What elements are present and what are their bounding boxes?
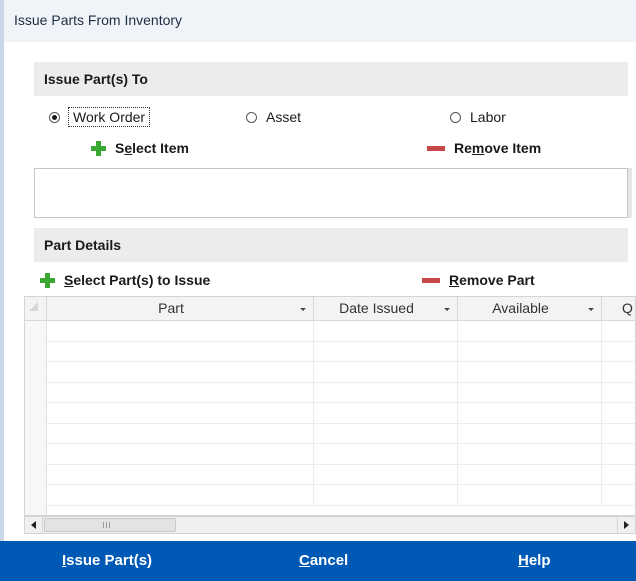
issue-to-section-header: Issue Part(s) To — [34, 62, 628, 96]
select-parts-label: Select Part(s) to Issue — [64, 272, 211, 288]
grid-select-all-corner[interactable] — [25, 297, 47, 321]
issue-parts-button[interactable]: Issue Part(s) — [62, 552, 152, 569]
dialog-footer: Issue Part(s) Cancel Help — [0, 541, 636, 581]
empty-row — [47, 485, 635, 506]
plus-icon — [39, 272, 55, 288]
column-header-quantity[interactable]: Q — [602, 297, 635, 321]
issue-to-header-label: Issue Part(s) To — [44, 71, 148, 87]
part-details-section-header: Part Details — [34, 228, 628, 262]
empty-row — [47, 444, 635, 465]
cancel-button[interactable]: Cancel — [299, 552, 348, 569]
scroll-left-icon[interactable] — [25, 517, 43, 533]
radio-labor-button[interactable] — [450, 111, 461, 123]
plus-icon — [90, 140, 106, 156]
radio-asset-label[interactable]: Asset — [266, 109, 301, 125]
empty-row — [47, 341, 635, 362]
remove-part-label: Remove Part — [449, 272, 535, 288]
empty-row — [47, 403, 635, 424]
grid-body — [47, 321, 635, 515]
column-header-available[interactable]: Available — [458, 297, 602, 321]
radio-work-order-button[interactable] — [49, 111, 60, 123]
empty-row — [47, 362, 635, 383]
empty-row — [47, 464, 635, 485]
empty-row — [47, 321, 635, 342]
sort-dropdown-icon[interactable] — [444, 308, 450, 311]
radio-asset-button[interactable] — [246, 111, 257, 123]
remove-item-button[interactable]: Remove Item — [427, 140, 541, 156]
row-indicator-column — [25, 321, 47, 515]
column-header-part[interactable]: Part — [47, 297, 314, 321]
sort-dropdown-icon[interactable] — [300, 308, 306, 311]
help-button[interactable]: Help — [518, 552, 551, 569]
parts-grid[interactable]: Part Date Issued Available Q — [24, 296, 636, 516]
remove-item-label: Remove Item — [454, 140, 542, 156]
empty-row — [47, 423, 635, 444]
column-header-date-issued[interactable]: Date Issued — [314, 297, 458, 321]
part-details-header-label: Part Details — [44, 237, 122, 253]
radio-labor[interactable]: Labor — [450, 109, 506, 125]
scroll-right-icon[interactable] — [617, 517, 635, 533]
radio-work-order[interactable]: Work Order — [49, 107, 151, 127]
select-parts-button[interactable]: Select Part(s) to Issue — [39, 272, 210, 288]
scrollbar-thumb[interactable] — [44, 518, 176, 532]
issue-parts-dialog: Issue Parts From Inventory Issue Part(s)… — [0, 0, 636, 581]
empty-row — [47, 382, 635, 403]
radio-work-order-label[interactable]: Work Order — [67, 107, 151, 127]
radio-labor-label[interactable]: Labor — [470, 109, 506, 125]
minus-icon — [422, 277, 440, 283]
window-title: Issue Parts From Inventory — [14, 12, 183, 28]
select-item-button[interactable]: Select Item — [90, 140, 189, 156]
title-bar[interactable]: Issue Parts From Inventory — [4, 0, 636, 43]
selected-item-box[interactable] — [34, 168, 628, 218]
grip-icon — [103, 522, 112, 528]
sort-dropdown-icon[interactable] — [588, 308, 594, 311]
minus-icon — [427, 145, 445, 151]
select-item-label: Select Item — [115, 140, 189, 156]
panel-edge — [628, 168, 632, 218]
dialog-content: Issue Part(s) To Work Order Asset Labor … — [4, 42, 636, 540]
remove-part-button[interactable]: Remove Part — [422, 272, 535, 288]
grid-header-row: Part Date Issued Available Q — [47, 297, 635, 321]
horizontal-scrollbar[interactable] — [24, 516, 636, 534]
radio-asset[interactable]: Asset — [246, 109, 301, 125]
